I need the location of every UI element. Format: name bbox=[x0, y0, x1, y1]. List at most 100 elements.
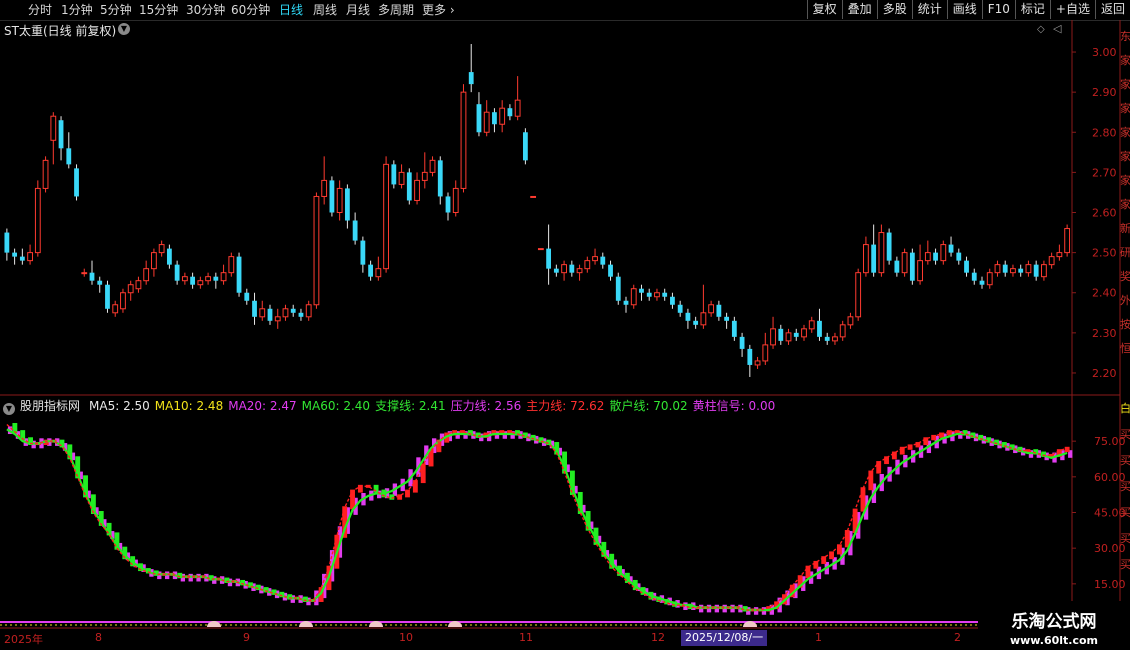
candle-body bbox=[824, 336, 830, 341]
candle-body bbox=[135, 280, 142, 290]
watermark: 乐淘公式网 www.60lt.com bbox=[978, 601, 1130, 650]
candle-body bbox=[700, 312, 707, 326]
candle-body bbox=[252, 300, 257, 317]
candle-body bbox=[298, 312, 304, 317]
candle-body bbox=[336, 187, 343, 214]
candle-body bbox=[166, 248, 172, 265]
candle-body bbox=[414, 179, 420, 201]
price-tick-label-8: 2.20 bbox=[1092, 367, 1117, 380]
candle-body bbox=[174, 264, 180, 281]
candle-body bbox=[630, 288, 637, 306]
price-tick-label-6: 2.40 bbox=[1092, 287, 1117, 300]
candle-body bbox=[499, 107, 506, 125]
ind-side-text-3: 买 bbox=[1120, 480, 1130, 493]
candle-body bbox=[739, 336, 745, 349]
price-tick-label-2: 2.80 bbox=[1092, 126, 1117, 139]
candle-body bbox=[398, 171, 405, 185]
candle-body bbox=[19, 256, 25, 261]
candle-body bbox=[97, 280, 103, 285]
candle-body bbox=[329, 180, 335, 213]
candle-body bbox=[205, 276, 211, 282]
candle-body bbox=[313, 195, 320, 306]
series-retail-line bbox=[6, 428, 1068, 612]
side-text-2: 家 bbox=[1120, 78, 1130, 91]
candle-body bbox=[871, 244, 877, 273]
candle-body bbox=[971, 272, 977, 281]
main-bar bbox=[868, 470, 874, 491]
candle-body bbox=[662, 292, 668, 297]
candle-body bbox=[863, 244, 869, 274]
candle-body bbox=[770, 328, 776, 346]
date-label-5: 12 bbox=[651, 631, 665, 644]
candle-body bbox=[894, 260, 900, 273]
date-cursor-badge: 2025/12/08/一 bbox=[681, 630, 768, 646]
candle-body bbox=[569, 264, 575, 273]
candle-body bbox=[127, 284, 134, 294]
candle-body bbox=[646, 292, 652, 297]
price-tick-label-4: 2.60 bbox=[1092, 207, 1117, 220]
candle-body bbox=[190, 276, 196, 285]
date-label-2: 9 bbox=[243, 631, 250, 644]
candle-body bbox=[375, 268, 382, 278]
series-main-line bbox=[6, 423, 1068, 611]
main-bar bbox=[412, 480, 418, 493]
candle-body bbox=[592, 256, 598, 262]
candle-body bbox=[940, 244, 947, 262]
candle-body bbox=[600, 256, 606, 265]
candle-body bbox=[213, 276, 219, 281]
candle-body bbox=[623, 300, 629, 305]
price-tick-label-0: 3.00 bbox=[1092, 46, 1117, 59]
ind-tick-label-4: 15.00 bbox=[1094, 578, 1126, 591]
candle-body bbox=[964, 260, 969, 273]
candle-body bbox=[608, 264, 613, 277]
candle-body bbox=[1056, 252, 1063, 258]
candle-body bbox=[236, 256, 242, 293]
candle-body bbox=[74, 168, 79, 197]
candle-body bbox=[360, 240, 366, 265]
candle-body bbox=[1048, 256, 1055, 266]
indicator-value-6: 主力线: 72.62 bbox=[526, 399, 605, 413]
indicator-value-8: 黄柱信号: 0.00 bbox=[692, 399, 776, 413]
candle-body bbox=[546, 248, 552, 269]
candle-body bbox=[368, 264, 374, 277]
side-text-5: 家 bbox=[1120, 150, 1130, 163]
candle-body bbox=[530, 195, 537, 198]
candle-body bbox=[12, 252, 18, 257]
candle-body bbox=[391, 164, 397, 185]
price-tick-label-1: 2.90 bbox=[1092, 86, 1117, 99]
ind-side-text-4: 买 bbox=[1120, 506, 1130, 519]
candle-body bbox=[956, 252, 962, 261]
candle-body bbox=[785, 332, 792, 342]
side-text-3: 家 bbox=[1120, 102, 1130, 115]
candle-body bbox=[1010, 268, 1016, 274]
chart-canvas[interactable]: 3.002.902.802.702.602.502.402.302.2075.0… bbox=[0, 0, 1130, 650]
main-bar bbox=[373, 484, 379, 493]
ind-side-text-5: 买 bbox=[1120, 532, 1130, 545]
ind-side-text-2: 买 bbox=[1120, 454, 1130, 467]
candle-body bbox=[553, 268, 559, 273]
candle-body bbox=[421, 171, 428, 181]
side-text-0: 东 bbox=[1120, 30, 1130, 43]
candle-body bbox=[406, 172, 412, 201]
candle-body bbox=[452, 187, 459, 214]
candle-body bbox=[507, 108, 513, 117]
candle-body bbox=[878, 232, 885, 274]
indicator-values: MA5: 2.50 MA10: 2.48 MA20: 2.47 MA60: 2.40 支… bbox=[89, 399, 780, 413]
candle-body bbox=[724, 316, 730, 321]
candle-body bbox=[228, 256, 235, 274]
candle-body bbox=[793, 332, 799, 337]
candle-body bbox=[639, 288, 644, 293]
candle-body bbox=[1018, 268, 1024, 273]
indicator-toggle-icon[interactable]: ▼ bbox=[3, 403, 15, 415]
watermark-url: www.60lt.com bbox=[1009, 634, 1099, 647]
candle-body bbox=[1002, 264, 1008, 273]
candle-body bbox=[344, 188, 350, 221]
candle-body bbox=[437, 160, 443, 197]
date-label-7: 2 bbox=[954, 631, 961, 644]
indicator-value-2: MA20: 2.47 bbox=[228, 399, 297, 413]
side-text-8: 新 bbox=[1120, 222, 1130, 235]
candle-body bbox=[917, 260, 923, 282]
main-bar bbox=[899, 446, 905, 455]
indicator-value-4: 支撑线: 2.41 bbox=[375, 399, 446, 413]
candle-body bbox=[4, 232, 10, 253]
